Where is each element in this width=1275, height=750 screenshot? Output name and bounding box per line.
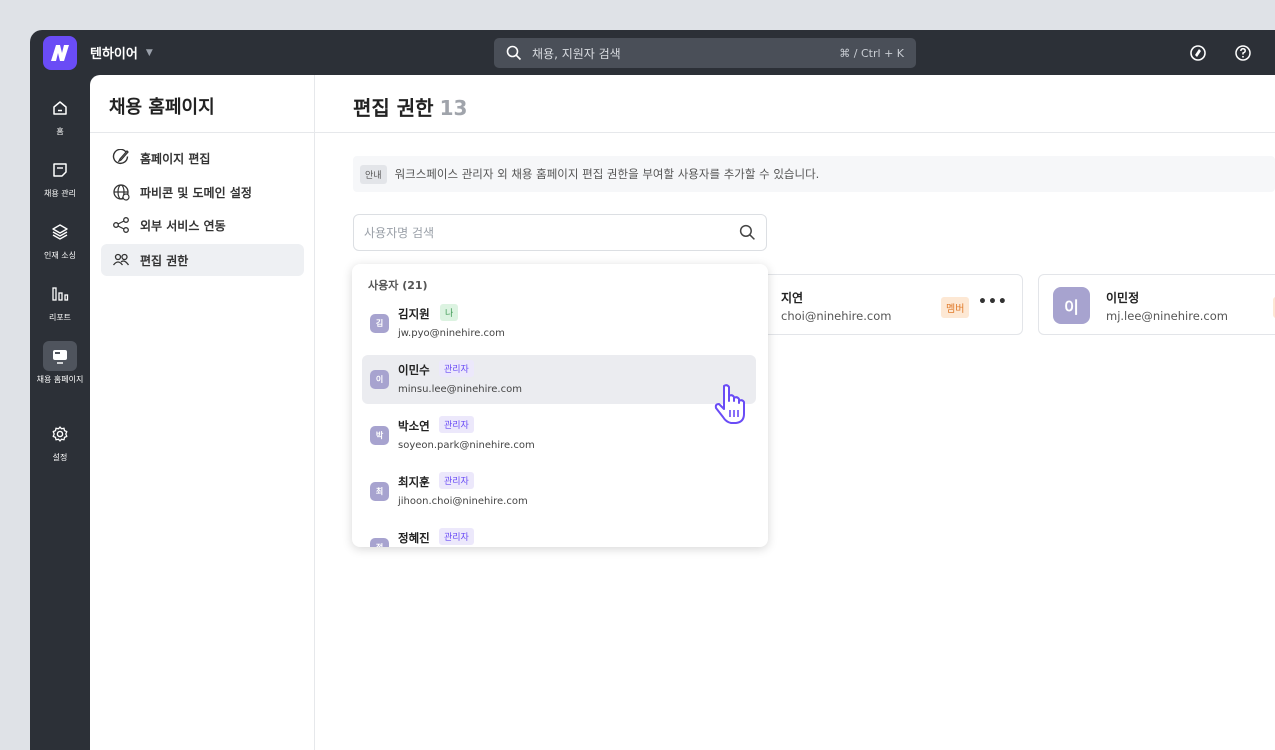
subnav-item-favicon-domain[interactable]: 파비콘 및 도메인 설정 [101, 176, 304, 208]
notice-banner: 안내 워크스페이스 관리자 외 채용 홈페이지 편집 권한을 부여할 사용자를 … [353, 156, 1275, 192]
rail-label: 홈 [56, 127, 64, 136]
avatar: 정 [370, 538, 389, 547]
dropdown-user-option[interactable]: 최 최지훈 관리자 jihoon.choi@ninehire.com [362, 467, 756, 516]
permission-count: 13 [439, 96, 468, 120]
rail-item-recruit[interactable]: 채용 관리 [30, 155, 90, 199]
user-email: jihoon.choi@ninehire.com [398, 496, 528, 507]
notice-text: 워크스페이스 관리자 외 채용 홈페이지 편집 권한을 부여할 사용자를 추가할… [394, 167, 820, 181]
rail-item-report[interactable]: 리포트 [30, 279, 90, 323]
page-title: 편집 권한 13 [315, 75, 1275, 133]
user-card-name: 이민정 [1106, 291, 1140, 305]
user-name: 박소연 [398, 419, 430, 433]
workspace-name: 텐하이어 [90, 47, 138, 62]
user-search-input[interactable]: 사용자명 검색 [353, 214, 767, 251]
subnav-item-edit-permission[interactable]: 편집 권한 [101, 244, 304, 276]
rail-item-home[interactable]: 홈 [30, 93, 90, 137]
hand-cursor-icon [714, 384, 745, 424]
more-options-icon[interactable]: ••• [978, 294, 1008, 310]
me-badge: 나 [440, 304, 459, 321]
subnav-label: 외부 서비스 연동 [140, 218, 226, 233]
rail-label: 채용 관리 [44, 189, 76, 198]
top-bar: 텐하이어 ▼ 채용, 지원자 검색 ⌘ / Ctrl + K [30, 30, 1275, 75]
globe-icon [113, 184, 130, 201]
app-logo[interactable] [43, 36, 77, 70]
subnav-item-integrations[interactable]: 외부 서비스 연동 [101, 209, 304, 241]
subnav-label: 홈페이지 편집 [140, 151, 211, 166]
admin-badge: 관리자 [439, 528, 474, 545]
notice-tag: 안내 [360, 164, 387, 184]
share-icon [113, 217, 129, 233]
brush-icon [112, 149, 129, 165]
dropdown-user-option[interactable]: 박 박소연 관리자 soyeon.park@ninehire.com [362, 411, 756, 460]
admin-badge: 관리자 [439, 416, 474, 433]
admin-badge: 관리자 [439, 472, 474, 489]
chat-icon[interactable] [1187, 42, 1209, 64]
avatar: 이 [370, 370, 389, 389]
clipboard-icon [53, 163, 67, 177]
rail-item-sourcing[interactable]: 인재 소싱 [30, 217, 90, 261]
rail-label: 리포트 [48, 313, 72, 322]
search-shortcut: ⌘ / Ctrl + K [839, 46, 904, 60]
user-email: jw.pyo@ninehire.com [398, 328, 505, 339]
user-card-email: mj.lee@ninehire.com [1106, 309, 1228, 323]
dropdown-user-option[interactable]: 김 김지원 나 jw.pyo@ninehire.com [362, 299, 756, 348]
gear-icon [52, 426, 68, 442]
dropdown-user-option[interactable]: 이 이민수 관리자 minsu.lee@ninehire.com [362, 355, 756, 404]
admin-badge: 관리자 [439, 360, 474, 377]
user-name: 이민수 [398, 363, 430, 377]
main-rail: 홈 채용 관리 인재 소싱 리포트 채용 홈페이지 설정 [30, 75, 90, 750]
subnav-title: 채용 홈페이지 [90, 75, 314, 133]
user-card-email: choi@ninehire.com [781, 309, 892, 323]
home-icon [53, 101, 67, 115]
logo-icon [51, 45, 69, 61]
dropdown-user-option[interactable]: 정 정혜진 관리자 [362, 523, 756, 547]
search-icon [506, 45, 522, 61]
subnav-label: 파비콘 및 도메인 설정 [140, 185, 252, 200]
avatar: 김 [370, 314, 389, 333]
avatar: 이 [1053, 287, 1090, 324]
rail-item-career-site[interactable]: 채용 홈페이지 [30, 341, 90, 385]
user-card[interactable]: 이 이민정 mj.lee@ninehire.com 멤 [1038, 274, 1275, 335]
rail-label: 설정 [52, 453, 68, 462]
users-icon [112, 253, 130, 266]
subnav-item-edit-homepage[interactable]: 홈페이지 편집 [101, 142, 304, 174]
rail-label: 인재 소싱 [44, 251, 76, 260]
user-email: minsu.lee@ninehire.com [398, 384, 522, 395]
global-search-placeholder: 채용, 지원자 검색 [532, 46, 621, 61]
user-name: 김지원 [398, 307, 430, 321]
caret-down-icon: ▼ [145, 47, 153, 58]
bar-chart-icon [52, 287, 69, 301]
layers-icon [52, 224, 68, 240]
user-search-dropdown: 사용자 (21) 김 김지원 나 jw.pyo@ninehire.com 이 이… [352, 264, 768, 547]
rail-item-settings[interactable]: 설정 [30, 419, 90, 463]
avatar: 최 [370, 482, 389, 501]
user-card-name: 지연 [781, 291, 804, 305]
rail-label: 채용 홈페이지 [36, 375, 84, 384]
user-email: soyeon.park@ninehire.com [398, 440, 535, 451]
role-badge: 멤버 [941, 297, 970, 318]
global-search[interactable]: 채용, 지원자 검색 ⌘ / Ctrl + K [494, 38, 916, 68]
user-name: 최지훈 [398, 475, 430, 489]
dropdown-header: 사용자 (21) [368, 279, 428, 292]
workspace-switcher[interactable]: 텐하이어 ▼ [90, 43, 153, 62]
subnav-label: 편집 권한 [140, 253, 189, 268]
user-search-placeholder: 사용자명 검색 [364, 226, 435, 240]
help-icon[interactable] [1232, 42, 1254, 64]
page-title-text: 편집 권한 [353, 96, 434, 120]
avatar: 박 [370, 426, 389, 445]
search-icon[interactable] [739, 224, 756, 241]
sub-navigation: 채용 홈페이지 홈페이지 편집 파비콘 및 도메인 설정 외부 서비스 연동 편… [90, 75, 315, 750]
monitor-icon [53, 350, 67, 364]
user-name: 정혜진 [398, 531, 430, 545]
